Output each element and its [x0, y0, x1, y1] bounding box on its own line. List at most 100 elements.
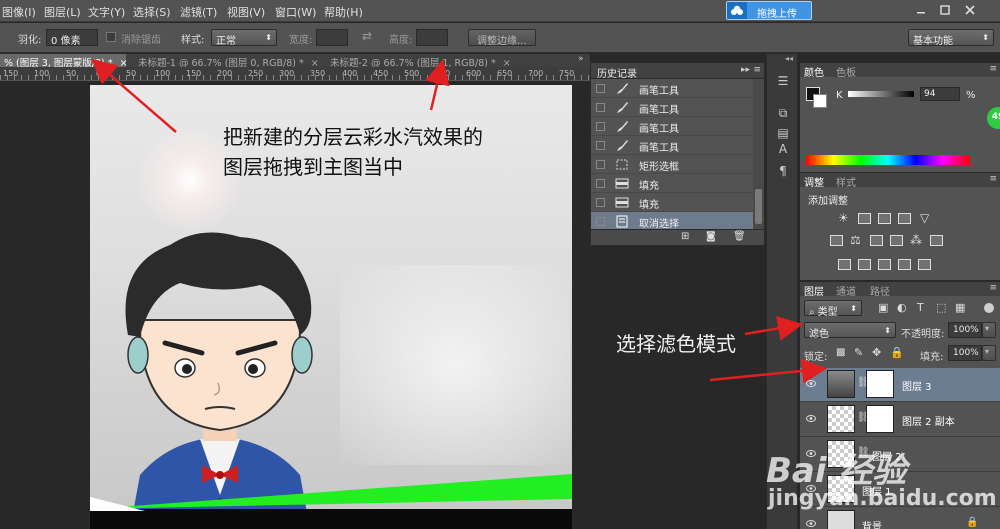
- scrollbar-thumb[interactable]: [755, 189, 762, 224]
- eye-icon[interactable]: [806, 520, 816, 527]
- properties-dock-icon[interactable]: ⧉: [775, 106, 791, 120]
- new-document-from-state-icon[interactable]: ⊞: [681, 231, 689, 242]
- filter-pixel-icon[interactable]: ▣: [878, 301, 888, 314]
- lock-transparency-icon[interactable]: ▩: [836, 347, 845, 358]
- posterize-icon[interactable]: [858, 259, 871, 270]
- menu-view[interactable]: 视图(V): [227, 4, 265, 20]
- history-item[interactable]: 画笔工具: [591, 117, 753, 136]
- drag-upload-button[interactable]: 拖拽上传: [726, 1, 812, 20]
- collapse-icon[interactable]: ▸▸: [741, 65, 750, 75]
- tab-adjustments[interactable]: 调整: [804, 174, 824, 189]
- black-white-icon[interactable]: [870, 235, 883, 246]
- history-item[interactable]: 画笔工具: [591, 98, 753, 117]
- tab-layers[interactable]: 图层: [804, 283, 824, 298]
- panel-menu-icon[interactable]: ≡: [989, 283, 997, 293]
- panel-menu-icon[interactable]: ≡: [989, 64, 997, 74]
- menu-layer[interactable]: 图层(L): [44, 4, 81, 20]
- swap-icon[interactable]: ⇄: [362, 29, 372, 43]
- channel-slider[interactable]: [848, 91, 914, 97]
- history-item[interactable]: 画笔工具: [591, 136, 753, 155]
- layer-mask-thumbnail[interactable]: [866, 405, 894, 433]
- minimize-icon[interactable]: [914, 3, 928, 17]
- snapshot-checkbox[interactable]: [596, 217, 605, 226]
- refine-edge-button[interactable]: 调整边缘...: [468, 29, 536, 47]
- menu-help[interactable]: 帮助(H): [324, 4, 363, 20]
- color-lookup-icon[interactable]: [930, 235, 943, 246]
- fill-slider-toggle[interactable]: ▾: [982, 345, 996, 361]
- history-item[interactable]: 画笔工具: [591, 79, 753, 98]
- filter-type-icon[interactable]: T: [917, 301, 924, 314]
- antialias-checkbox[interactable]: [106, 32, 116, 42]
- opacity-input[interactable]: 100%: [948, 322, 982, 338]
- invert-icon[interactable]: [838, 259, 851, 270]
- document-canvas[interactable]: 把新建的分层云彩水汽效果的 图层拖拽到主图当中: [90, 85, 572, 529]
- snapshot-checkbox[interactable]: [596, 198, 605, 207]
- snapshot-checkbox[interactable]: [596, 84, 605, 93]
- camera-snapshot-icon[interactable]: ◙: [706, 231, 716, 242]
- layer-filter-dropdown[interactable]: ⌕ 类型 ⬍: [804, 300, 862, 318]
- vibrance-icon[interactable]: ▽: [920, 211, 929, 225]
- tab-document-untitled-2[interactable]: 未标题-2 @ 66.7% (图层 1, RGB/8) * ×: [326, 54, 511, 69]
- history-item[interactable]: 填充: [591, 174, 753, 193]
- color-balance-icon[interactable]: ⚖: [850, 233, 861, 247]
- history-item[interactable]: 填充: [591, 193, 753, 212]
- tab-channels[interactable]: 通道: [836, 283, 856, 298]
- lock-position-icon[interactable]: ✥: [872, 346, 881, 359]
- tab-styles[interactable]: 样式: [836, 174, 856, 189]
- panel-menu-icon[interactable]: ≡: [989, 174, 997, 184]
- history-scrollbar[interactable]: [753, 79, 764, 229]
- channel-mixer-icon[interactable]: ⁂: [910, 233, 922, 247]
- layer-row[interactable]: ⛓ 图层 2 副本: [800, 403, 1000, 437]
- selective-color-icon[interactable]: [898, 259, 911, 270]
- layer-mask-thumbnail[interactable]: [866, 370, 894, 398]
- gradient-map-icon[interactable]: [918, 259, 931, 270]
- filter-adjustment-icon[interactable]: ◐: [897, 301, 907, 314]
- lock-all-icon[interactable]: 🔒: [890, 346, 904, 359]
- menu-window[interactable]: 窗口(W): [275, 4, 316, 20]
- snapshot-checkbox[interactable]: [596, 141, 605, 150]
- channel-value-input[interactable]: 94: [920, 87, 960, 101]
- feather-input[interactable]: 0 像素: [46, 29, 98, 47]
- fill-input[interactable]: 100%: [948, 345, 982, 361]
- eye-icon[interactable]: [806, 415, 816, 422]
- character-dock-icon[interactable]: A: [775, 142, 791, 156]
- tab-swatches[interactable]: 色板: [836, 64, 856, 79]
- exposure-icon[interactable]: [898, 213, 911, 224]
- paragraph-dock-icon[interactable]: ¶: [775, 164, 791, 178]
- close-icon[interactable]: [963, 3, 977, 17]
- tab-paths[interactable]: 路径: [870, 283, 890, 298]
- lock-image-icon[interactable]: ✎: [854, 346, 863, 359]
- width-input[interactable]: [316, 29, 348, 46]
- panel-menu-icon[interactable]: ≡: [753, 65, 761, 75]
- snapshot-checkbox[interactable]: [596, 179, 605, 188]
- menu-select[interactable]: 选择(S): [133, 4, 171, 20]
- restore-icon[interactable]: [938, 3, 952, 17]
- snapshot-checkbox[interactable]: [596, 122, 605, 131]
- photo-filter-icon[interactable]: [890, 235, 903, 246]
- tabs-overflow-icon[interactable]: »: [578, 54, 584, 64]
- color-spectrum-ramp[interactable]: [806, 155, 970, 165]
- eye-icon[interactable]: [806, 380, 816, 387]
- filter-shape-icon[interactable]: ⬚: [936, 301, 946, 314]
- threshold-icon[interactable]: [878, 259, 891, 270]
- menu-type[interactable]: 文字(Y): [88, 4, 125, 20]
- opacity-slider-toggle[interactable]: ▾: [982, 322, 996, 338]
- floating-badge[interactable]: 49: [987, 107, 1000, 129]
- menu-filter[interactable]: 滤镜(T): [180, 4, 217, 20]
- tab-document-untitled-1[interactable]: 未标题-1 @ 66.7% (图层 0, RGB/8) * ×: [134, 54, 319, 69]
- levels-icon[interactable]: [858, 213, 871, 224]
- blend-mode-dropdown[interactable]: 滤色 ⬍: [804, 322, 896, 340]
- curves-icon[interactable]: [878, 213, 891, 224]
- tab-document-active[interactable]: % (图层 3, 图层蒙版/8) * ×: [0, 54, 128, 69]
- background-color-swatch[interactable]: [813, 94, 827, 108]
- menu-image[interactable]: 图像(I): [2, 4, 36, 20]
- style-dropdown[interactable]: 正常 ⬍: [211, 29, 277, 47]
- trash-icon[interactable]: 🗑: [733, 231, 746, 242]
- tab-color[interactable]: 颜色: [804, 64, 824, 79]
- filter-toggle[interactable]: [984, 303, 994, 313]
- hue-saturation-icon[interactable]: [830, 235, 843, 246]
- canvas-area[interactable]: 把新建的分层云彩水汽效果的 图层拖拽到主图当中: [0, 82, 590, 529]
- collapse-icon[interactable]: ◂◂: [785, 54, 793, 63]
- brightness-icon[interactable]: ☀: [838, 211, 849, 225]
- height-input[interactable]: [416, 29, 448, 46]
